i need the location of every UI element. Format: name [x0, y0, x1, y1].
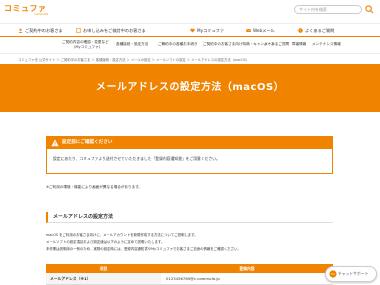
page-title: メールアドレスの設定方法（macOS） [95, 82, 285, 93]
main-nav: ご契約中のお客さま お申し込みをご検討中のお客さま Myコミュファ Webメール… [0, 23, 380, 37]
nav-label: よくあるご質問 [305, 28, 335, 33]
sub-nav: ご契約内容の確認・変更など (Myコミュファ) 各種接続・設定方法 ご解約中の各… [0, 37, 380, 54]
notice-body: 設定にあたり、コミュファより送付させていただきました「登録内容通知書」をご用意く… [53, 156, 220, 161]
subnav-maintenance[interactable]: メンテナンス情報 [312, 42, 341, 47]
nav-item-prospects[interactable]: お申し込みをご検討中のお客さま [76, 24, 146, 37]
site-header: コミュファ commufa サイト内を検索 [0, 0, 380, 23]
table-header-item: 項目 [99, 266, 108, 271]
search-input[interactable]: サイト内を検索 [294, 5, 362, 14]
notice-box: 設定前にご確認ください 設定にあたり、コミュファより送付させていただきました「登… [46, 136, 333, 174]
user-icon [18, 28, 23, 33]
nav-item-customers[interactable]: ご契約中のお客さま [18, 24, 63, 37]
nav-item-mycommufa[interactable]: Myコミュファ [190, 24, 224, 37]
nav-label: Webメール [253, 28, 275, 33]
subnav-label: ご契約内容の確認・変更など [62, 40, 109, 44]
environment-note: ※ご利用の環境・機能により画面が異なる場合があります。 [46, 185, 143, 189]
notice-title: 設定前にご確認ください [62, 140, 113, 145]
subnav-sublabel: (Myコミュファ) [74, 44, 100, 49]
section-paragraph: メールソフトの設定項目および設定値は以下のように定めて説明いたします。 [46, 240, 165, 244]
nav-item-faq[interactable]: ? よくあるご質問 [298, 24, 334, 37]
breadcrumb[interactable]: コミュファ光 公式サイト ＞ ご契約中のお客さま ＞ 各種接続・設定方法 ＞ メ… [18, 57, 249, 62]
page-hero: メールアドレスの設定方法（macOS） [0, 64, 380, 112]
nav-label: お申し込みをご検討中のお客さま [83, 28, 146, 33]
subnav-outage[interactable]: 障害情報 [292, 42, 306, 47]
nav-label: ご契約中のお客さま [25, 28, 63, 33]
chat-label: チャットサポート [338, 271, 369, 276]
table-header: 項目 登録内容 [46, 264, 333, 273]
nav-label: Myコミュファ [197, 28, 225, 33]
question-icon: ? [298, 28, 303, 33]
table-cell-label: メールアドレス（※1） [46, 273, 161, 284]
table-cell-value: 0123456789@c.commufa.jp [166, 276, 220, 281]
section-title: メールアドレスの設定方法 [53, 214, 114, 220]
notice-header: 設定前にご確認ください [47, 137, 332, 149]
table-header-value: 登録内容 [239, 266, 255, 271]
warning-icon [51, 139, 59, 147]
subnav-cancel[interactable]: ご解約中の各種お手続き [158, 42, 198, 47]
subnav-settings[interactable]: 各種接続・設定方法 [116, 42, 148, 47]
chat-icon [329, 270, 337, 278]
section-header: メールアドレスの設定方法 [46, 212, 333, 223]
subnav-contract[interactable]: ご契約内容の確認・変更など (Myコミュファ) [62, 40, 109, 49]
subnav-faq[interactable]: よくあるご質問 [264, 42, 289, 47]
section-paragraph: macOS をご利用のお客さま向けに、メールアカウントを新規作成する方法について… [46, 233, 198, 237]
document-icon [76, 28, 81, 33]
section-paragraph: 本作業は説明用の一例のため、実際の設定時には、登録内容通知書やMyコミュファでお… [46, 247, 241, 251]
search-icon[interactable] [365, 5, 374, 14]
heart-icon [190, 28, 195, 33]
mail-icon [246, 28, 251, 32]
logo-sub: commufa [34, 12, 49, 16]
table-row: メールアドレス（※1） 0123456789@c.commufa.jp [46, 273, 333, 285]
chat-support-button[interactable]: チャットサポート [325, 266, 377, 282]
nav-item-webmail[interactable]: Webメール [246, 24, 275, 37]
